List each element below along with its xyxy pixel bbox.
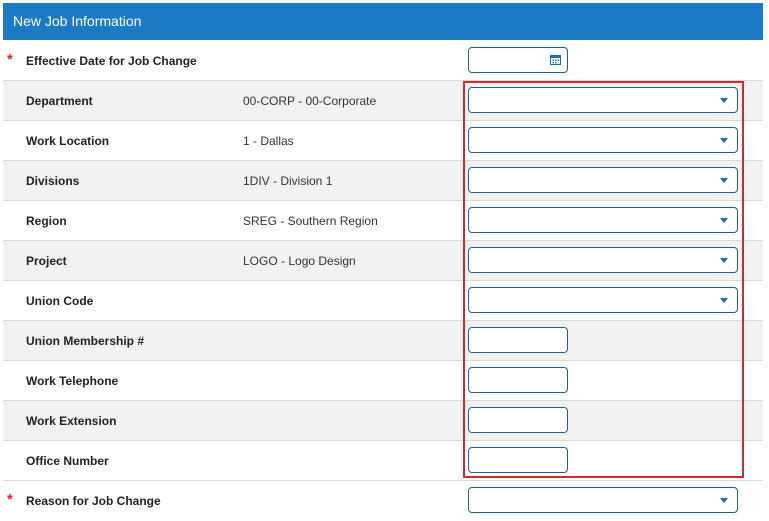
field-label-reason-for-job-change: Reason for Job Change xyxy=(26,494,161,508)
new-job-information-panel: New Job Information * Effective Date for… xyxy=(3,0,766,519)
field-list: * Effective Date for Job Change Departme… xyxy=(3,41,763,521)
field-label-project: Project xyxy=(26,254,67,268)
row-office-number: Office Number xyxy=(3,441,763,481)
required-marker: * xyxy=(7,51,13,68)
field-label-region: Region xyxy=(26,214,67,228)
current-value-department: 00-CORP - 00-Corporate xyxy=(243,94,377,108)
region-select[interactable] xyxy=(468,207,738,233)
field-label-union-code: Union Code xyxy=(26,294,94,308)
chevron-down-icon[interactable] xyxy=(720,498,728,503)
row-union-membership: Union Membership # xyxy=(3,321,763,361)
field-label-office-number: Office Number xyxy=(26,454,109,468)
field-label-work-location: Work Location xyxy=(26,134,110,148)
row-project: Project LOGO - Logo Design xyxy=(3,241,763,281)
row-region: Region SREG - Southern Region xyxy=(3,201,763,241)
field-label-department: Department xyxy=(26,94,93,108)
chevron-down-icon[interactable] xyxy=(720,258,728,263)
work-telephone-input[interactable] xyxy=(468,367,568,393)
field-label-union-membership: Union Membership # xyxy=(26,334,145,348)
current-value-project: LOGO - Logo Design xyxy=(243,254,356,268)
field-label-work-extension: Work Extension xyxy=(26,414,117,428)
work-location-select[interactable] xyxy=(468,127,738,153)
row-work-telephone: Work Telephone xyxy=(3,361,763,401)
union-membership-input[interactable] xyxy=(468,327,568,353)
row-work-extension: Work Extension xyxy=(3,401,763,441)
row-effective-date: * Effective Date for Job Change xyxy=(3,41,763,81)
field-label-divisions: Divisions xyxy=(26,174,80,188)
chevron-down-icon[interactable] xyxy=(720,98,728,103)
chevron-down-icon[interactable] xyxy=(720,178,728,183)
row-department: Department 00-CORP - 00-Corporate xyxy=(3,81,763,121)
reason-for-job-change-select[interactable] xyxy=(468,487,738,513)
current-value-work-location: 1 - Dallas xyxy=(243,134,294,148)
row-work-location: Work Location 1 - Dallas xyxy=(3,121,763,161)
row-divisions: Divisions 1DIV - Division 1 xyxy=(3,161,763,201)
effective-date-input[interactable] xyxy=(468,47,568,73)
calendar-icon[interactable] xyxy=(550,54,561,65)
work-extension-input[interactable] xyxy=(468,407,568,433)
union-code-select[interactable] xyxy=(468,287,738,313)
field-label-effective-date: Effective Date for Job Change xyxy=(26,54,197,68)
panel-title: New Job Information xyxy=(3,3,763,40)
divisions-select[interactable] xyxy=(468,167,738,193)
required-marker: * xyxy=(7,491,13,508)
department-select[interactable] xyxy=(468,87,738,113)
current-value-divisions: 1DIV - Division 1 xyxy=(243,174,333,188)
project-select[interactable] xyxy=(468,247,738,273)
row-reason-for-job-change: * Reason for Job Change xyxy=(3,481,763,521)
chevron-down-icon[interactable] xyxy=(720,138,728,143)
row-union-code: Union Code xyxy=(3,281,763,321)
chevron-down-icon[interactable] xyxy=(720,218,728,223)
chevron-down-icon[interactable] xyxy=(720,298,728,303)
office-number-input[interactable] xyxy=(468,447,568,473)
current-value-region: SREG - Southern Region xyxy=(243,214,378,228)
field-label-work-telephone: Work Telephone xyxy=(26,374,119,388)
